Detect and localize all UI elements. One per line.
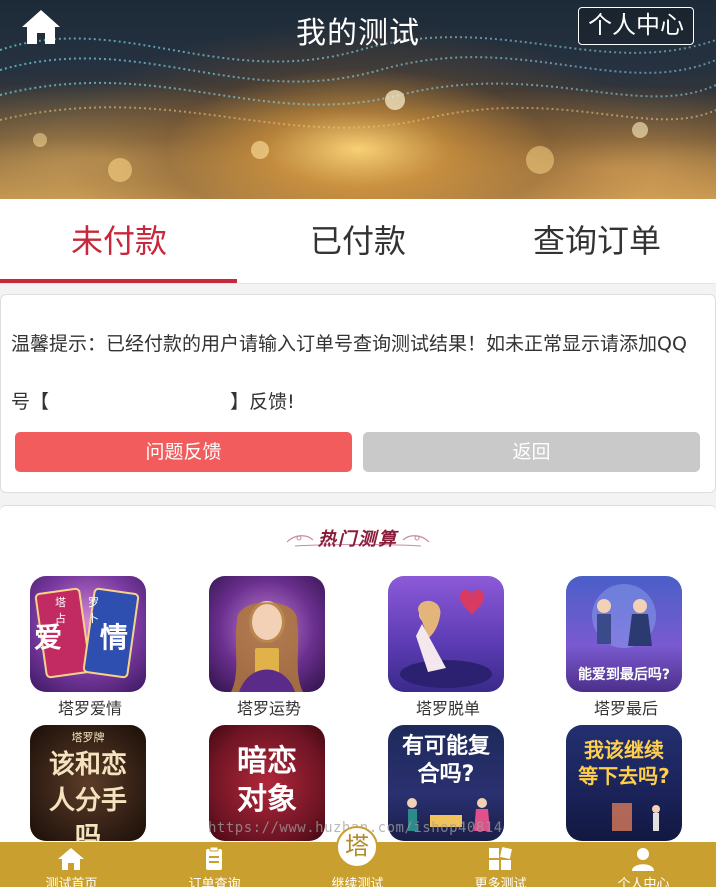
girl-heart-illustration — [400, 590, 492, 688]
notice-line-2: 号【 】反馈! — [11, 391, 295, 413]
order-tabs: 未付款 已付款 查询订单 — [0, 199, 716, 284]
notice-panel: 温馨提示：已经付款的用户请输入订单号查询测试结果！如未正常显示请添加QQ 号【 … — [0, 294, 716, 493]
tarot-love-image: 爱 情 塔罗 占卜 — [30, 576, 146, 692]
test-card-label: 塔罗最后 — [593, 699, 658, 718]
nav-label: 订单查询 — [188, 877, 241, 887]
test-card-label: 塔罗脱单 — [415, 699, 480, 718]
notice-text: 温馨提示：已经付款的用户请输入订单号查询测试结果！如未正常显示请添加QQ 号【 … — [11, 315, 711, 431]
tarot-last-art-text: 能爱到最后吗? — [577, 667, 671, 683]
breakup-art-sub: 塔罗牌 — [71, 731, 105, 744]
keep-waiting-image: 我该继续等下去吗? — [566, 725, 682, 841]
waiting-figure-illustration — [612, 803, 660, 831]
nav-label: 更多测试 — [474, 877, 527, 887]
breakup-art-text: 该和恋人分手吗 — [48, 750, 127, 841]
notice-line-1: 温馨提示：已经付款的用户请输入订单号查询测试结果！如未正常显示请添加QQ — [11, 333, 687, 355]
test-card-label: 塔罗爱情 — [57, 699, 122, 718]
tarot-love-art-sub: 塔罗 占卜 — [55, 596, 121, 625]
nav-label: 测试首页 — [45, 877, 98, 887]
hot-title-text: 热门测算 — [318, 529, 398, 550]
tarot-last-image: 能爱到最后吗? — [566, 576, 682, 692]
active-tab-indicator — [0, 279, 237, 283]
nav-item-home[interactable]: 测试首页 — [0, 842, 143, 887]
user-icon — [632, 848, 654, 871]
feedback-button[interactable]: 问题反馈 — [15, 432, 352, 472]
grid-icon — [489, 847, 512, 870]
goddess-illustration — [231, 601, 303, 692]
tab-unpaid[interactable]: 未付款 — [0, 199, 238, 283]
header-banner: 我的测试 个人中心 — [0, 0, 716, 199]
breakup-image: 塔罗牌 该和恋人分手吗 — [30, 725, 146, 841]
clipboard-icon — [206, 847, 222, 870]
nav-item-order-query[interactable]: 订单查询 — [143, 842, 286, 887]
back-button[interactable]: 返回 — [363, 432, 700, 472]
page: 我的测试 个人中心 未付款 已付款 查询订单 温馨提示：已经付款的用户请输入订单… — [0, 0, 716, 887]
tarot-fortune-image — [209, 576, 325, 692]
secret-crush-art-text: 暗恋对象 — [237, 744, 297, 817]
nav-item-more-tests[interactable]: 更多测试 — [429, 842, 572, 887]
home-icon — [58, 848, 84, 870]
tab-query-order[interactable]: 查询订单 — [478, 199, 716, 283]
hot-tests-section: 热门测算 爱 情 塔罗 占卜 塔罗爱情 塔罗运势 塔罗脱单 能爱到最后吗? 塔罗… — [0, 505, 716, 845]
nav-label: 个人中心 — [617, 877, 670, 887]
hot-section-title: 热门测算 — [285, 520, 431, 556]
nav-label: 继续测试 — [331, 877, 384, 887]
tab-paid[interactable]: 已付款 — [239, 199, 477, 283]
nav-item-personal-center[interactable]: 个人中心 — [572, 842, 715, 887]
tarot-single-image — [388, 576, 504, 692]
personal-center-button[interactable]: 个人中心 — [578, 7, 694, 45]
test-card-label: 塔罗运势 — [236, 699, 301, 718]
tower-badge-icon[interactable]: 塔 — [336, 826, 378, 868]
